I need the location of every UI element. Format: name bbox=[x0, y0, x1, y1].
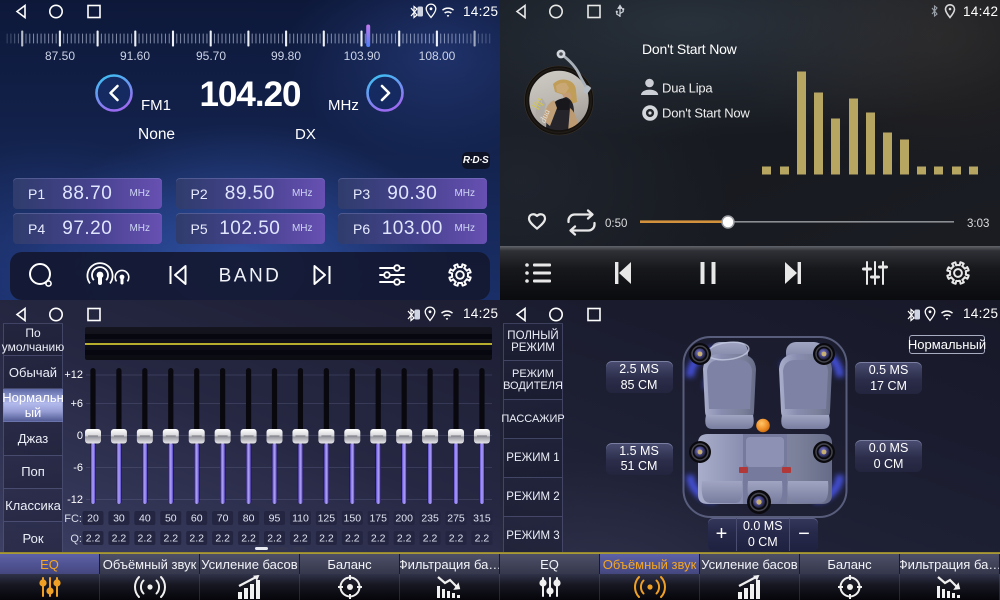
svg-text:95: 95 bbox=[269, 513, 281, 525]
svg-text:2.2: 2.2 bbox=[423, 533, 438, 545]
svg-text:2.2: 2.2 bbox=[215, 533, 230, 545]
svg-text:150: 150 bbox=[344, 513, 362, 525]
svg-text:235: 235 bbox=[421, 513, 439, 525]
svg-text:2.2: 2.2 bbox=[475, 533, 490, 545]
svg-text:80: 80 bbox=[243, 513, 255, 525]
svg-text:2.2: 2.2 bbox=[112, 533, 127, 545]
svg-text:2.2: 2.2 bbox=[397, 533, 412, 545]
svg-text:2.2: 2.2 bbox=[345, 533, 360, 545]
svg-text:Don't Start Now: Don't Start Now bbox=[662, 106, 750, 121]
svg-text:2.2: 2.2 bbox=[138, 533, 153, 545]
svg-text:70: 70 bbox=[217, 513, 229, 525]
svg-text:275: 275 bbox=[447, 513, 465, 525]
svg-text:2.2: 2.2 bbox=[163, 533, 178, 545]
svg-text:200: 200 bbox=[395, 513, 413, 525]
svg-text:2.2: 2.2 bbox=[267, 533, 282, 545]
svg-text:2.2: 2.2 bbox=[241, 533, 256, 545]
svg-text:2.2: 2.2 bbox=[293, 533, 308, 545]
svg-text:3:03: 3:03 bbox=[967, 218, 989, 230]
svg-text:20: 20 bbox=[87, 513, 99, 525]
svg-text:40: 40 bbox=[139, 513, 151, 525]
svg-text:2.2: 2.2 bbox=[449, 533, 464, 545]
svg-text:2.2: 2.2 bbox=[319, 533, 334, 545]
svg-text:50: 50 bbox=[165, 513, 177, 525]
svg-text:Dua Lipa: Dua Lipa bbox=[662, 81, 713, 96]
svg-text:2.2: 2.2 bbox=[189, 533, 204, 545]
svg-text:2.2: 2.2 bbox=[371, 533, 386, 545]
svg-text:110: 110 bbox=[292, 513, 309, 525]
svg-text:2.2: 2.2 bbox=[86, 533, 101, 545]
svg-text:BAND: BAND bbox=[219, 266, 282, 287]
svg-text:315: 315 bbox=[473, 513, 491, 525]
svg-text:0:50: 0:50 bbox=[605, 218, 627, 230]
svg-text:30: 30 bbox=[113, 513, 125, 525]
svg-text:60: 60 bbox=[191, 513, 203, 525]
svg-text:175: 175 bbox=[369, 513, 387, 525]
svg-text:Don't Start Now: Don't Start Now bbox=[642, 41, 738, 57]
svg-text:125: 125 bbox=[318, 513, 336, 525]
